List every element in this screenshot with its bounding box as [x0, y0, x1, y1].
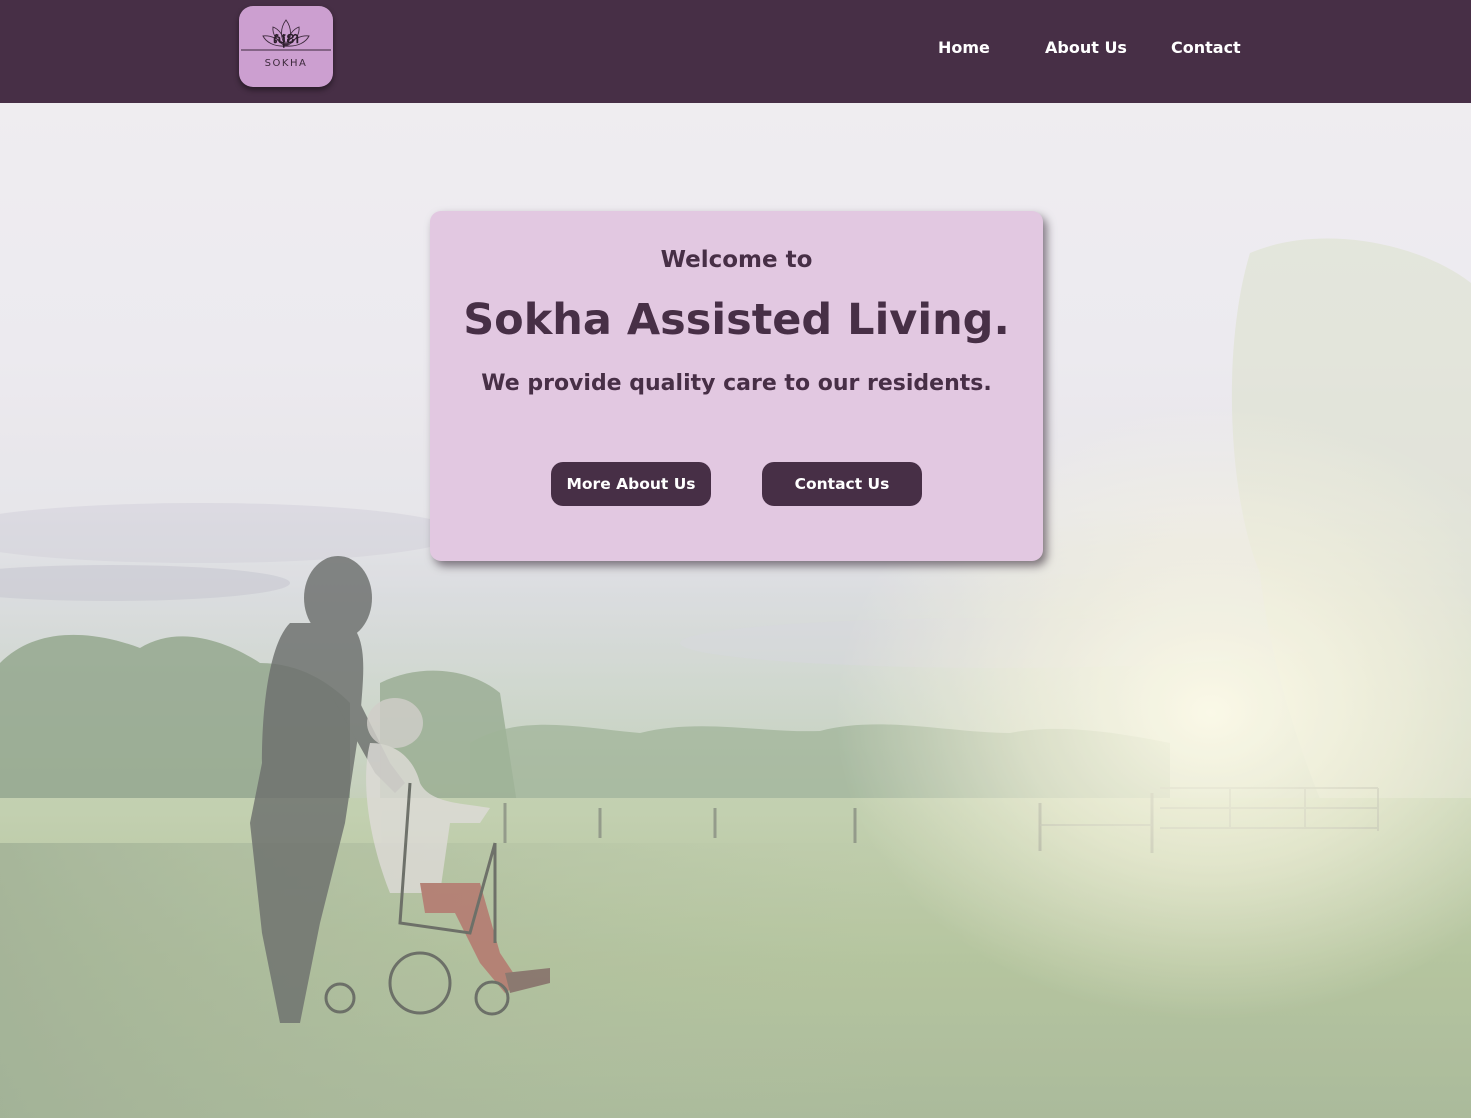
site-header: សុខា SOKHA Home About Us Contact	[0, 0, 1471, 103]
page: សុខា SOKHA Home About Us Contact Welcome…	[0, 0, 1471, 1118]
welcome-subtitle: We provide quality care to our residents…	[481, 371, 992, 396]
site-logo[interactable]: សុខា SOKHA	[239, 6, 333, 87]
welcome-pretitle: Welcome to	[660, 247, 813, 273]
welcome-card: Welcome to Sokha Assisted Living. We pro…	[430, 211, 1043, 561]
logo-name-text: SOKHA	[264, 58, 308, 69]
nav-home[interactable]: Home	[938, 37, 990, 59]
more-about-us-button[interactable]: More About Us	[551, 462, 711, 506]
nav-contact[interactable]: Contact	[1171, 37, 1241, 59]
contact-us-button[interactable]: Contact Us	[762, 462, 922, 506]
nav-about-us[interactable]: About Us	[1045, 37, 1127, 59]
welcome-title: Sokha Assisted Living.	[463, 295, 1010, 345]
logo-script-text: សុខា	[272, 31, 300, 47]
